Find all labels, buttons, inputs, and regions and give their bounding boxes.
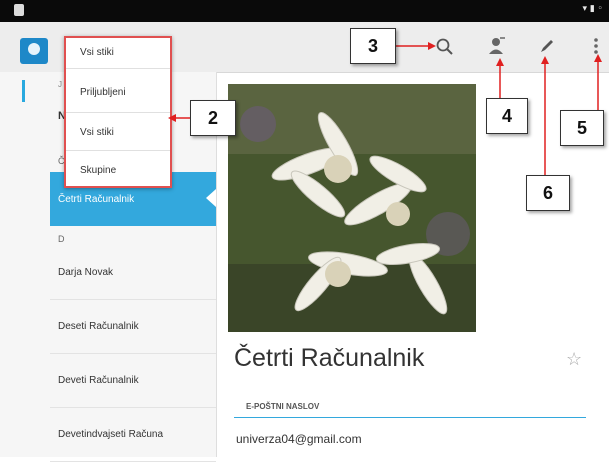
dropdown-current-value[interactable]: Vsi stiki: [66, 38, 170, 66]
dropdown-option-all-contacts[interactable]: Vsi stiki: [66, 114, 170, 150]
email-section-header: E-POŠTNI NASLOV: [246, 402, 320, 411]
status-icons: ▾ ▮ ◦: [582, 4, 603, 14]
edit-pencil-icon[interactable]: [537, 36, 557, 56]
contact-label: Deveti Računalnik: [58, 375, 139, 386]
search-icon[interactable]: [435, 37, 455, 57]
dropdown-option-groups[interactable]: Skupine: [66, 152, 170, 188]
contacts-filter-dropdown[interactable]: Vsi stiki Priljubljeni Vsi stiki Skupine: [64, 36, 172, 188]
contact-item[interactable]: Devetindvajseti Računa: [50, 408, 216, 462]
email-value[interactable]: univerza04@gmail.com: [236, 432, 362, 446]
sidebar-accent-bar: [22, 80, 25, 102]
dropdown-divider: [66, 68, 170, 69]
section-letter-d: D: [58, 234, 65, 244]
app-icon[interactable]: [20, 38, 48, 64]
contact-label: Deseti Računalnik: [58, 321, 139, 332]
section-letter-j: J: [58, 80, 62, 89]
section-divider: [234, 417, 586, 418]
overflow-menu-icon[interactable]: [592, 36, 600, 56]
star-icon[interactable]: ☆: [566, 349, 582, 370]
dropdown-option-favorites[interactable]: Priljubljeni: [66, 74, 170, 110]
dropdown-divider: [66, 150, 170, 151]
notification-icon: [14, 4, 24, 16]
contact-name-heading: Četrti Računalnik: [234, 344, 425, 372]
contact-item[interactable]: Deseti Računalnik: [50, 300, 216, 354]
contact-label: Četrti Računalnik: [58, 193, 135, 205]
selection-pointer: [206, 189, 216, 207]
contact-item[interactable]: Darja Novak: [50, 246, 216, 300]
status-bar: ▾ ▮ ◦: [0, 0, 609, 22]
callout-3: 3: [350, 28, 396, 64]
contact-item[interactable]: Deveti Računalnik: [50, 354, 216, 408]
callout-6: 6: [526, 175, 570, 211]
add-contact-icon[interactable]: [486, 35, 506, 57]
edelweiss-photo: [228, 84, 476, 332]
callout-2: 2: [190, 100, 236, 136]
contact-label: Darja Novak: [58, 267, 114, 278]
contact-photo: [228, 84, 476, 332]
contact-label: Devetindvajseti Računa: [58, 429, 164, 440]
callout-5: 5: [560, 110, 604, 146]
callout-4: 4: [486, 98, 528, 134]
dropdown-divider: [66, 112, 170, 113]
